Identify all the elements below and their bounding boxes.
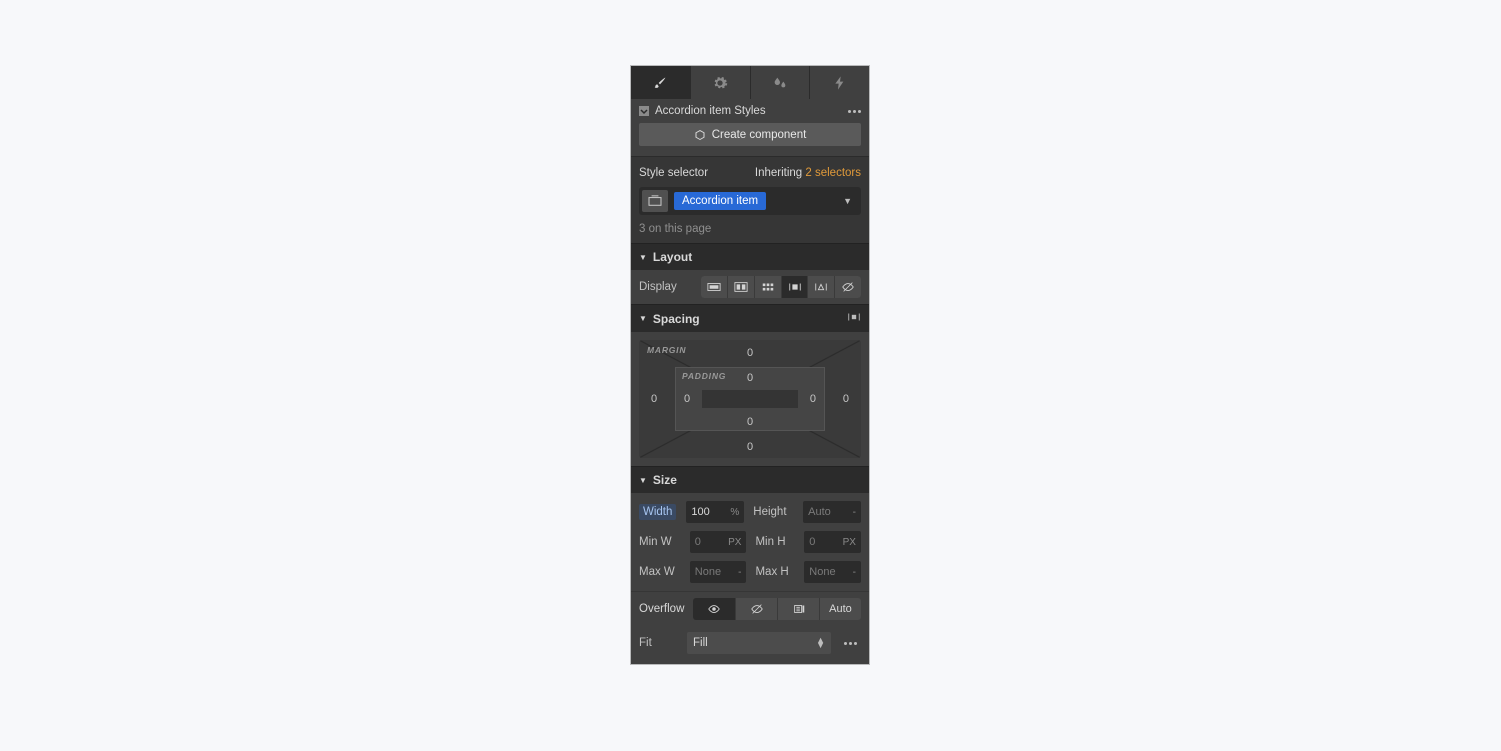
section-size[interactable]: ▼ Size (631, 466, 869, 493)
height-input[interactable]: Auto- (803, 501, 861, 523)
height-label: Height (753, 506, 797, 518)
display-grid-button[interactable] (754, 276, 781, 298)
selector-state-icon[interactable] (642, 190, 668, 212)
margin-bottom-input[interactable]: 0 (747, 441, 753, 453)
padding-box: PADDING 0 0 0 0 (675, 367, 825, 431)
display-options (701, 276, 862, 298)
overflow-row: Overflow Auto (631, 591, 869, 626)
class-tag[interactable]: Accordion item (674, 192, 766, 210)
section-layout-title: Layout (653, 250, 692, 264)
create-component-row: Create component (631, 123, 869, 156)
selector-dropdown-icon[interactable]: ▼ (837, 196, 858, 206)
instances-on-page: 3 on this page (639, 215, 861, 235)
fit-label: Fit (639, 637, 679, 649)
padding-right-input[interactable]: 0 (810, 393, 816, 405)
margin-label: MARGIN (647, 345, 686, 355)
gear-icon (712, 75, 728, 91)
margin-top-input[interactable]: 0 (747, 347, 753, 359)
width-label: Width (639, 504, 676, 520)
style-selector-input[interactable]: Accordion item ▼ (639, 187, 861, 215)
size-grid: Width 100% Height Auto- Min W 0PX Min H … (631, 493, 869, 591)
create-component-button[interactable]: Create component (639, 123, 861, 146)
select-arrows-icon: ▲▼ (816, 638, 825, 648)
minw-label: Min W (639, 536, 684, 548)
overflow-auto-button[interactable]: Auto (819, 598, 861, 620)
chevron-down-icon: ▼ (639, 476, 647, 485)
maxh-label: Max H (755, 566, 798, 578)
spacing-expand-icon[interactable] (847, 311, 861, 326)
section-spacing[interactable]: ▼ Spacing (631, 304, 869, 332)
padding-bottom-input[interactable]: 0 (747, 416, 753, 428)
fit-select[interactable]: Fill ▲▼ (687, 632, 831, 654)
section-layout[interactable]: ▼ Layout (631, 243, 869, 270)
margin-left-input[interactable]: 0 (651, 393, 657, 405)
spacing-editor: MARGIN 0 0 0 0 PADDING 0 0 0 0 (631, 332, 869, 466)
cube-icon (694, 129, 706, 141)
panel-tabs (631, 66, 869, 99)
inheriting-label[interactable]: Inheriting 2 selectors (755, 167, 861, 179)
fit-row: Fit Fill ▲▼ (631, 626, 869, 664)
margin-box: MARGIN 0 0 0 0 PADDING 0 0 0 0 (639, 340, 861, 458)
tab-effects[interactable] (751, 66, 811, 99)
display-block-button[interactable] (701, 276, 728, 298)
overflow-visible-button[interactable] (693, 598, 735, 620)
width-input[interactable]: 100% (686, 501, 744, 523)
minh-label: Min H (755, 536, 798, 548)
margin-right-input[interactable]: 0 (843, 393, 849, 405)
display-none-button[interactable] (834, 276, 861, 298)
overflow-label: Overflow (639, 603, 684, 615)
display-flex-button[interactable] (727, 276, 754, 298)
tab-style[interactable] (631, 66, 691, 99)
section-spacing-title: Spacing (653, 312, 700, 326)
collapse-icon[interactable] (639, 106, 649, 116)
style-selector-label: Style selector (639, 167, 708, 179)
display-inline-button[interactable] (807, 276, 834, 298)
style-panel: Accordion item Styles Create component S… (631, 66, 869, 664)
overflow-options: Auto (693, 598, 861, 620)
content-box (702, 390, 798, 408)
section-size-title: Size (653, 473, 677, 487)
minh-input[interactable]: 0PX (804, 531, 861, 553)
fit-more-button[interactable] (839, 632, 861, 654)
element-header: Accordion item Styles (631, 99, 869, 123)
padding-left-input[interactable]: 0 (684, 393, 690, 405)
display-inlineblock-button[interactable] (781, 276, 808, 298)
maxh-input[interactable]: None- (804, 561, 861, 583)
create-component-label: Create component (712, 129, 807, 141)
display-label: Display (639, 281, 693, 293)
display-row: Display (631, 270, 869, 304)
minw-input[interactable]: 0PX (690, 531, 747, 553)
maxw-input[interactable]: None- (690, 561, 747, 583)
header-more-icon[interactable] (848, 110, 861, 113)
padding-top-input[interactable]: 0 (747, 372, 753, 384)
brush-icon (652, 75, 668, 91)
overflow-scroll-button[interactable] (777, 598, 819, 620)
tab-interactions[interactable] (810, 66, 869, 99)
chevron-down-icon: ▼ (639, 253, 647, 262)
element-title: Accordion item Styles (655, 105, 766, 117)
style-selector-block: Style selector Inheriting 2 selectors Ac… (631, 156, 869, 243)
fit-value: Fill (693, 637, 708, 649)
maxw-label: Max W (639, 566, 684, 578)
chevron-down-icon: ▼ (639, 314, 647, 323)
padding-label: PADDING (682, 371, 726, 381)
tab-settings[interactable] (691, 66, 751, 99)
bolt-icon (832, 75, 848, 91)
droplets-icon (772, 75, 788, 91)
more-icon (844, 642, 857, 645)
overflow-hidden-button[interactable] (735, 598, 777, 620)
